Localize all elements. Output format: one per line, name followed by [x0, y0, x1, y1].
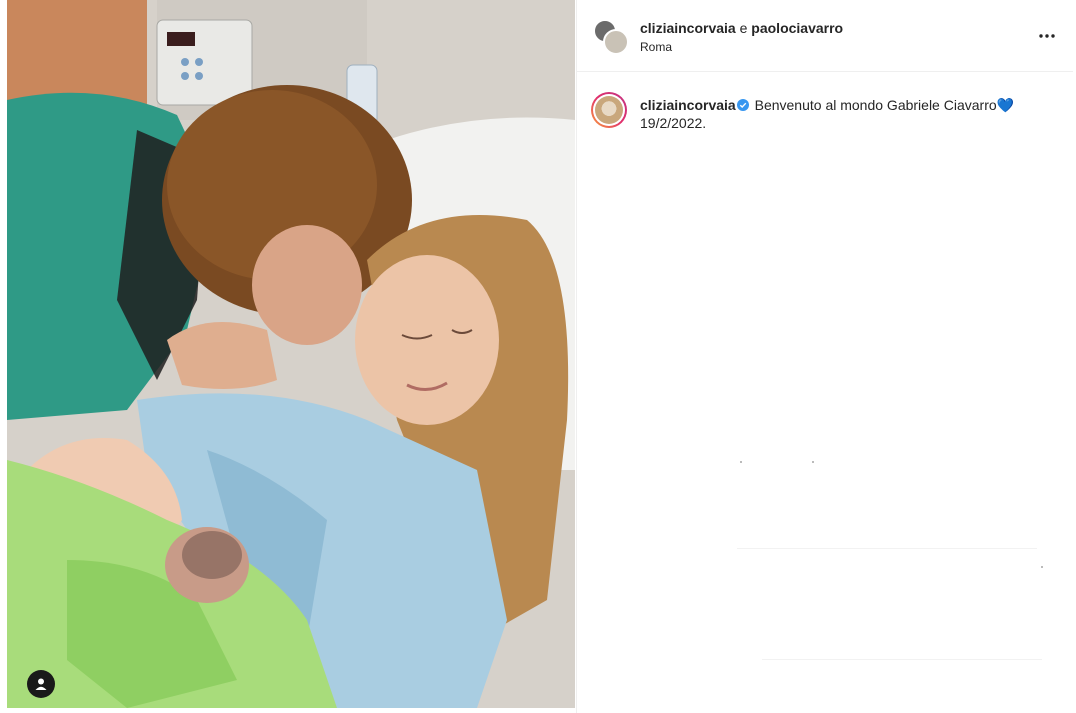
collab-avatars[interactable]: [593, 19, 629, 55]
photo-illustration: [7, 0, 575, 708]
avatar-cliziaincorvaia: [603, 29, 629, 55]
author-link-primary[interactable]: cliziaincorvaia: [640, 20, 736, 36]
caption-username[interactable]: cliziaincorvaia: [640, 97, 736, 113]
more-options-icon: [1039, 34, 1055, 38]
verified-badge-icon: [736, 99, 749, 111]
caption-text: Benvenuto al mondo Gabriele Ciavarro: [754, 97, 997, 113]
artifact-dot: [812, 461, 814, 463]
user-tags-button[interactable]: [27, 670, 55, 698]
post-caption: cliziaincorvaia Benvenuto al mondo Gabri…: [640, 96, 1050, 132]
caption-avatar[interactable]: [591, 92, 627, 128]
post-header: cliziaincorvaia e paolociavarro Roma: [577, 0, 1073, 72]
caption-avatar-ring: [593, 94, 625, 126]
author-joiner: e: [739, 20, 748, 36]
artifact-line: [737, 548, 1037, 549]
blue-heart-emoji: 💙: [996, 97, 1015, 113]
caption-avatar-image: [595, 96, 623, 124]
author-link-secondary[interactable]: paolociavarro: [751, 20, 843, 36]
artifact-dot: [740, 461, 742, 463]
artifact-line: [762, 659, 1042, 660]
caption-date-line: 19/2/2022.: [640, 115, 707, 131]
post-side-panel: cliziaincorvaia e paolociavarro Roma cli…: [576, 0, 1076, 713]
location-link[interactable]: Roma: [640, 40, 672, 54]
artifact-dot: [1041, 566, 1043, 568]
user-tag-icon: [35, 678, 47, 690]
post-photo[interactable]: [7, 0, 575, 708]
post-modal: cliziaincorvaia e paolociavarro Roma cli…: [0, 0, 1076, 713]
more-options-button[interactable]: [1033, 24, 1061, 48]
collab-author-names: cliziaincorvaia e paolociavarro: [640, 20, 843, 36]
